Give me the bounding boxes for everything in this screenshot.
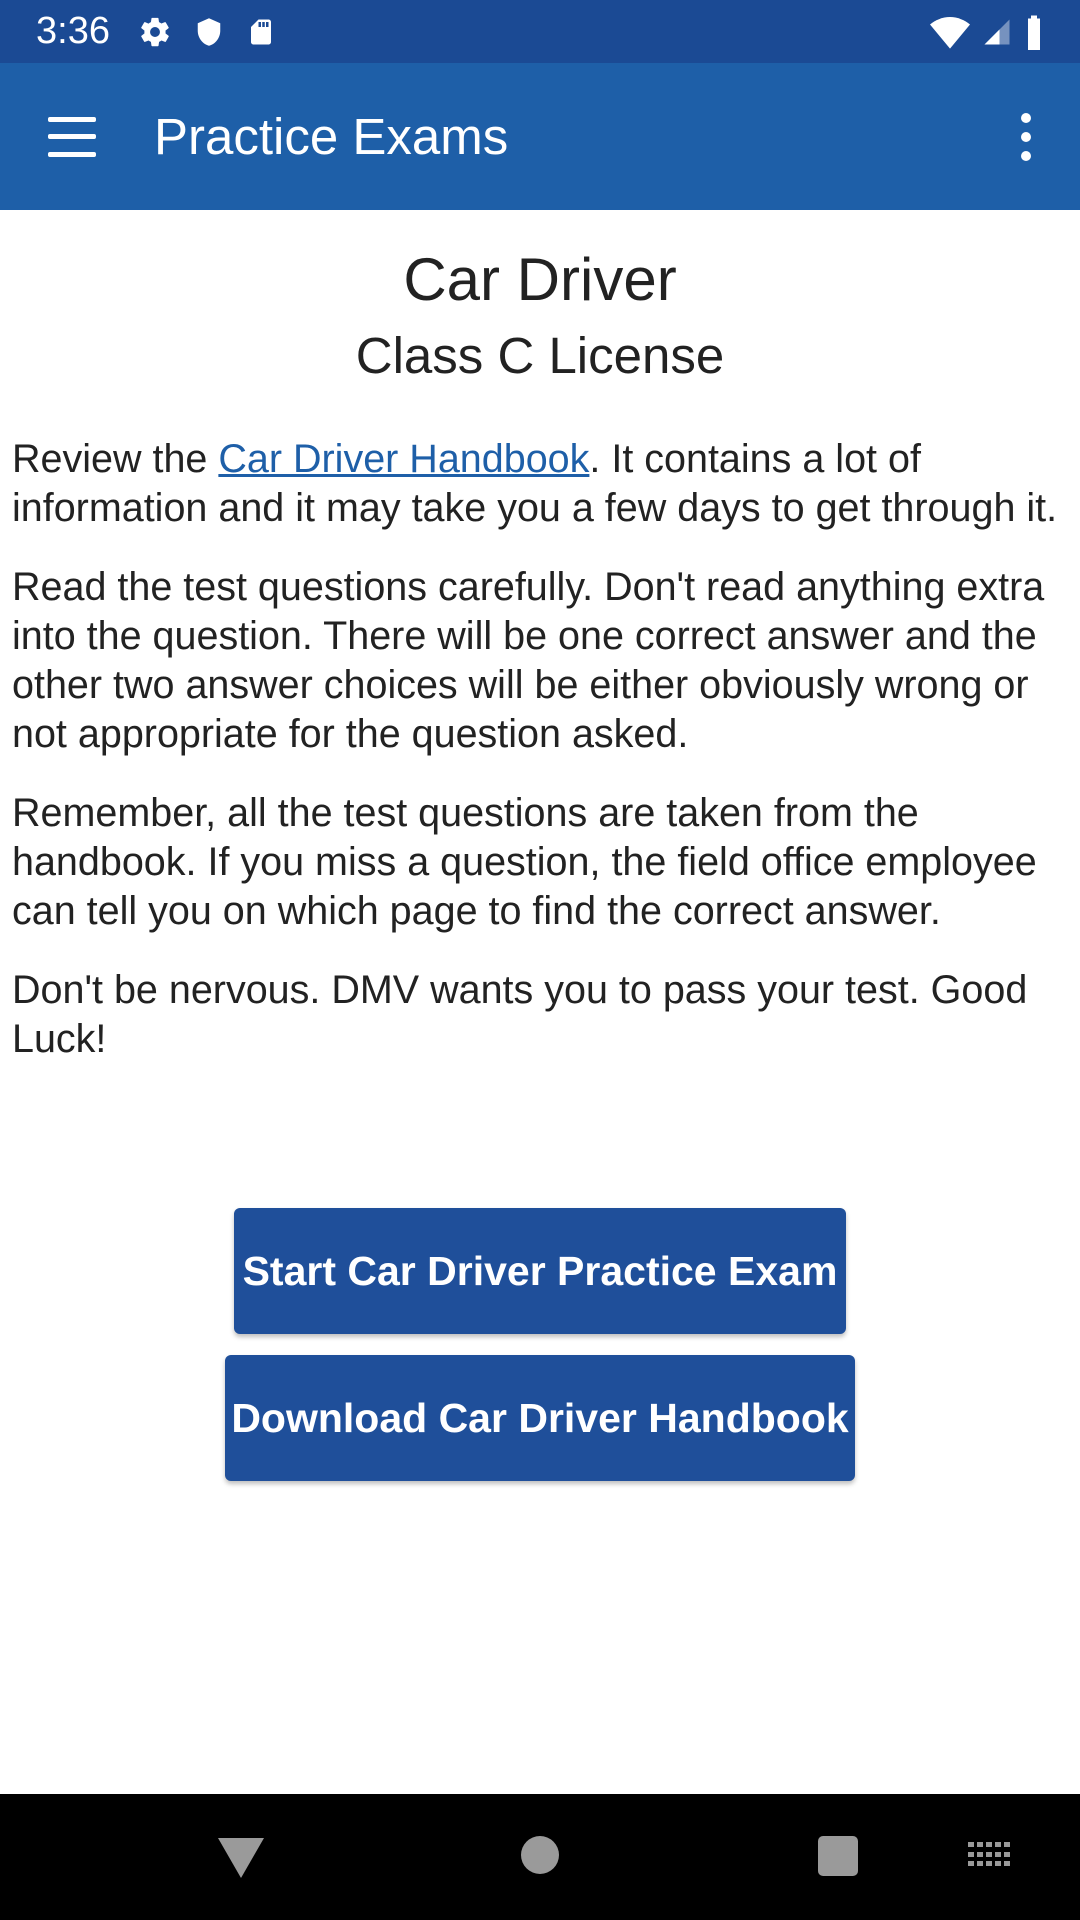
hamburger-menu-icon[interactable] bbox=[48, 116, 96, 157]
more-vert-icon[interactable] bbox=[1012, 112, 1040, 161]
recents-icon[interactable] bbox=[818, 1836, 858, 1876]
instructions-paragraph: Read the test questions carefully. Don't… bbox=[12, 565, 1045, 756]
wifi-icon bbox=[930, 16, 970, 49]
navigation-bar bbox=[0, 1794, 1080, 1920]
handbook-link[interactable]: Car Driver Handbook bbox=[218, 437, 589, 481]
app-title: Practice Exams bbox=[154, 108, 509, 165]
sd-card-icon bbox=[250, 19, 271, 44]
signal-icon bbox=[984, 19, 1010, 44]
reminder-paragraph: Remember, all the test questions are tak… bbox=[12, 791, 1037, 933]
keyboard-icon[interactable] bbox=[968, 1842, 1010, 1868]
status-icons-left bbox=[138, 15, 276, 49]
intro-text-before: Review the bbox=[12, 437, 219, 481]
page-title: Car Driver bbox=[403, 246, 677, 313]
settings-icon bbox=[141, 17, 169, 46]
intro-paragraph: Review the Car Driver Handbook. It conta… bbox=[12, 435, 1068, 533]
app-bar: Practice Exams bbox=[0, 63, 1080, 210]
encouragement-paragraph: Don't be nervous. DMV wants you to pass … bbox=[12, 968, 1028, 1061]
battery-icon bbox=[1028, 15, 1040, 50]
status-bar: 3:36 bbox=[0, 0, 1080, 63]
back-icon[interactable] bbox=[218, 1838, 264, 1878]
shield-icon bbox=[197, 17, 221, 46]
home-icon[interactable] bbox=[521, 1836, 559, 1874]
page-subtitle: Class C License bbox=[355, 327, 725, 384]
main-content: Car Driver Class C License Review the Ca… bbox=[0, 210, 1080, 1064]
status-time: 3:36 bbox=[36, 10, 110, 52]
status-icons-right bbox=[930, 14, 1044, 50]
start-practice-exam-button[interactable]: Start Car Driver Practice Exam bbox=[234, 1208, 846, 1334]
download-handbook-button[interactable]: Download Car Driver Handbook bbox=[225, 1355, 855, 1481]
